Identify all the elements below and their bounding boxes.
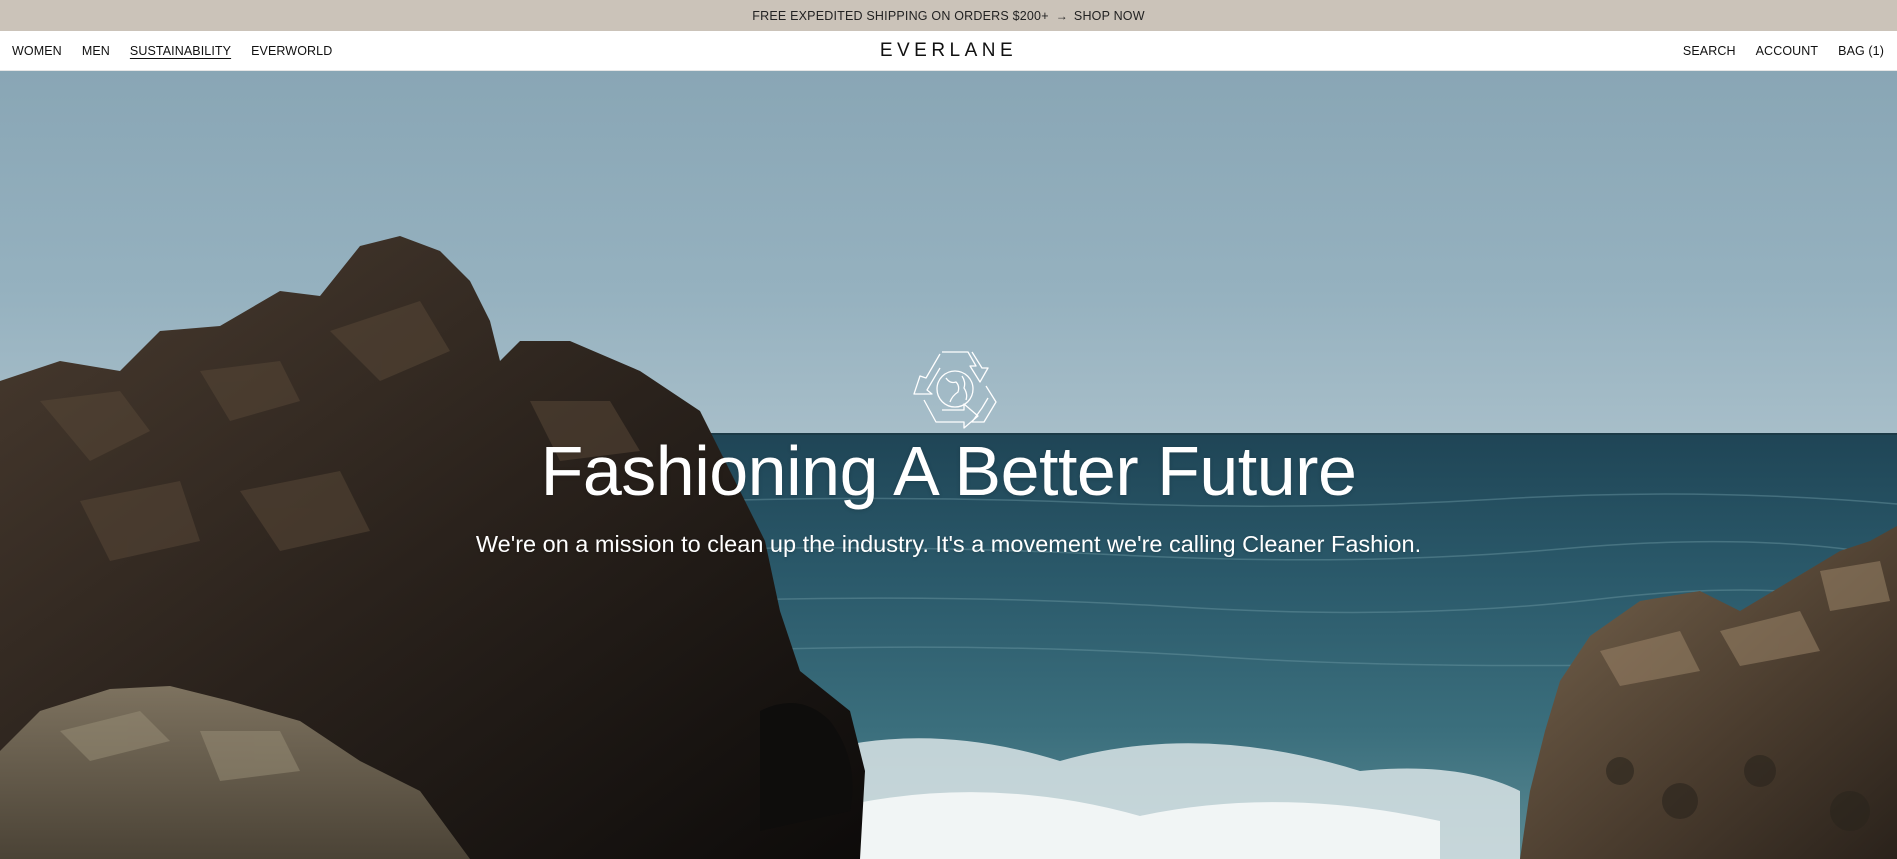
hero-content: Fashioning A Better Future We're on a mi… [0, 71, 1897, 859]
promo-text: FREE EXPEDITED SHIPPING ON ORDERS $200+ [752, 8, 1049, 23]
search-link[interactable]: SEARCH [1683, 44, 1736, 58]
nav-link-women[interactable]: WOMEN [12, 44, 62, 58]
nav-right-links: SEARCH ACCOUNT BAG (1) [1663, 31, 1884, 71]
account-link[interactable]: ACCOUNT [1756, 44, 1819, 58]
nav-link-everworld[interactable]: EVERWORLD [251, 44, 332, 58]
bag-link[interactable]: BAG (1) [1838, 44, 1884, 58]
hero-subtitle: We're on a mission to clean up the indus… [475, 531, 1422, 557]
everlane-logo[interactable]: EVERLANE [880, 31, 1017, 71]
main-navigation: WOMEN MEN SUSTAINABILITY EVERWORLD EVERL… [0, 31, 1897, 71]
recycle-globe-icon [913, 351, 997, 429]
promo-banner: FREE EXPEDITED SHIPPING ON ORDERS $200+ … [0, 0, 1897, 31]
shop-now-link[interactable]: SHOP NOW [1074, 9, 1145, 23]
hero-title: Fashioning A Better Future [540, 432, 1357, 510]
arrow-right-icon: → [1055, 8, 1068, 23]
nav-left-links: WOMEN MEN SUSTAINABILITY EVERWORLD [12, 31, 352, 71]
hero-section: Fashioning A Better Future We're on a mi… [0, 71, 1897, 859]
nav-link-men[interactable]: MEN [82, 44, 110, 58]
nav-link-sustainability[interactable]: SUSTAINABILITY [130, 44, 231, 58]
